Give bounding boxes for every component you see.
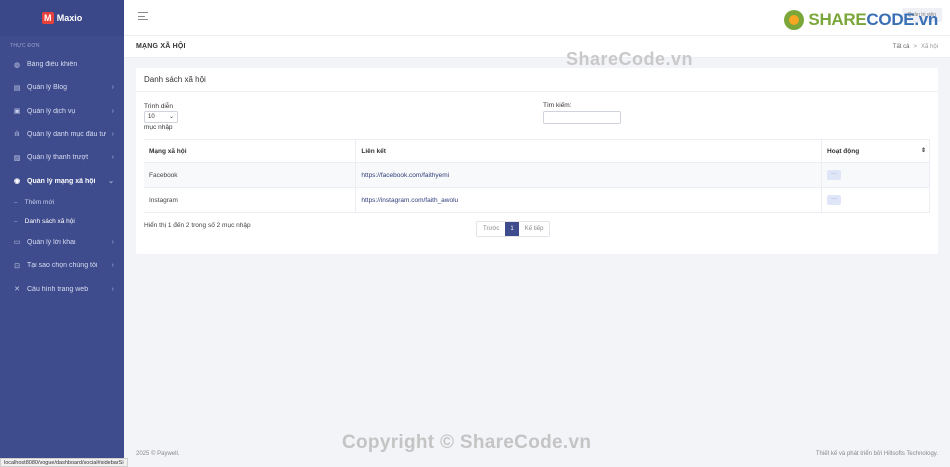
browser-status-bar: localhost8080/vogue/dashboard/social#sid…: [0, 458, 128, 467]
table-info: Hiển thị 1 đến 2 trong số 2 mục nhập: [144, 222, 251, 229]
sidebar-subitem-add-new[interactable]: – Thêm mới: [0, 193, 124, 212]
hamburger-menu-icon[interactable]: [138, 12, 148, 23]
message-icon: ▭: [13, 239, 21, 247]
search-control: Tìm kiếm:: [543, 102, 621, 124]
sidebar: M Maxio THỰC ĐƠN ◍ Bảng điều khiển ▤ Quả…: [0, 0, 124, 467]
cell-link: https://instagram.com/faith_awolu: [355, 187, 823, 213]
menu-heading: THỰC ĐƠN: [10, 43, 40, 49]
page-header: MẠNG XÃ HỘI Tất cả > Xã hội: [124, 36, 950, 58]
page-length-select[interactable]: 10 ⌄: [144, 111, 178, 123]
chevron-right-icon: ›: [111, 131, 114, 139]
pagination: Trước 1 Kế tiếp: [476, 221, 551, 237]
footer: 2025 © Paywell. Thiết kế và phát triển b…: [124, 440, 950, 467]
brand-name: Maxio: [56, 13, 83, 23]
table-header-row: Mạng xã hội Liên kết Hoạt động ⇕: [144, 139, 930, 163]
entries-label: mục nhập: [144, 124, 173, 131]
sidebar-item-portfolio[interactable]: ılı Quản lý danh mục đầu tư ›: [0, 123, 124, 146]
lock-icon: ⊡: [14, 262, 20, 270]
chevron-right-icon: ›: [111, 107, 114, 115]
chevron-down-icon: ⌄: [168, 113, 174, 120]
column-header-network[interactable]: Mạng xã hội: [144, 139, 357, 163]
page-length-value: 10: [148, 113, 155, 120]
sidebar-item-blog[interactable]: ▤ Quản lý Blog ›: [0, 76, 124, 99]
cell-action: ···: [821, 162, 930, 188]
more-actions-button[interactable]: ···: [827, 170, 842, 180]
social-list-card: Danh sách xã hội Trình diễn 10 ⌄ mục nhậ…: [136, 68, 938, 254]
sharecode-logo-icon: [784, 10, 805, 30]
sidebar-item-label: Quản lý Blog: [27, 84, 68, 92]
table-row: Facebook https://facebook.com/faithyemi …: [144, 162, 930, 188]
breadcrumb: Tất cả > Xã hội: [893, 44, 938, 50]
search-label: Tìm kiếm:: [543, 102, 572, 109]
footer-copyright: 2025 © Paywell.: [136, 450, 180, 457]
table-row: Instagram https://instagram.com/faith_aw…: [144, 187, 930, 213]
tools-icon: ✕: [14, 286, 20, 294]
column-header-label: Hoạt động: [827, 147, 860, 155]
sidebar-item-label: Bảng điều khiển: [27, 61, 78, 69]
pagination-next-button[interactable]: Kế tiếp: [519, 222, 550, 236]
page-length-control: Trình diễn 10 ⌄ mục nhập: [144, 102, 178, 132]
sidebar-item-services[interactable]: ▣ Quản lý dịch vụ ›: [0, 100, 124, 123]
pagination-page-button[interactable]: 1: [505, 222, 519, 236]
dashboard-icon: ◍: [13, 61, 21, 69]
sidebar-item-dashboard[interactable]: ◍ Bảng điều khiển: [0, 53, 124, 76]
sidebar-item-slider[interactable]: ▨ Quản lý thanh trượt ›: [0, 146, 124, 169]
breadcrumb-separator: >: [913, 43, 917, 50]
column-header-link[interactable]: Liên kết: [355, 139, 823, 163]
footer-credit: Thiết kế và phát triển bởi Hillsofts Tec…: [815, 450, 938, 457]
sidebar-subitem-social-list[interactable]: – Danh sách xã hội: [0, 212, 124, 231]
sidebar-item-label: Quản lý lời khai: [27, 238, 76, 246]
services-icon: ▣: [13, 108, 21, 116]
card-title: Danh sách xã hội: [136, 68, 938, 92]
chevron-down-icon: ⌄: [108, 178, 114, 186]
sidebar-item-label: Quản lý dịch vụ: [27, 107, 76, 115]
social-link[interactable]: https://facebook.com/faithyemi: [361, 172, 449, 179]
sidebar-item-site-config[interactable]: ✕ Cấu hình trang web ›: [0, 277, 124, 300]
more-actions-button[interactable]: ···: [827, 195, 842, 205]
chevron-right-icon: ›: [111, 84, 114, 92]
social-link[interactable]: https://instagram.com/faith_awolu: [361, 197, 458, 204]
sidebar-item-label: Quản lý mạng xã hội: [27, 177, 96, 185]
sharecode-watermark-logo: SHARECODE.vn: [784, 10, 938, 30]
image-icon: ▨: [13, 154, 21, 162]
sidebar-item-label: Quản lý thanh trượt: [27, 154, 89, 162]
topbar: Quản trị viên SHARECODE.vn: [124, 0, 950, 36]
page-title: MẠNG XÃ HỘI: [136, 43, 186, 50]
chevron-right-icon: ›: [111, 262, 114, 270]
sidebar-item-label: Quản lý danh mục đầu tư: [27, 131, 107, 139]
logo-icon: M: [41, 12, 54, 24]
breadcrumb-root[interactable]: Tất cả: [893, 44, 910, 50]
breadcrumb-current: Xã hội: [920, 43, 938, 50]
sidebar-subitem-label: Danh sách xã hội: [24, 217, 75, 225]
social-table: Mạng xã hội Liên kết Hoạt động ⇕ Faceboo…: [144, 139, 930, 213]
sidebar-item-label: Cấu hình trang web: [27, 285, 89, 293]
sidebar-subitem-label: Thêm mới: [24, 198, 55, 206]
chevron-right-icon: ›: [111, 238, 114, 246]
chart-icon: ılı: [14, 131, 20, 139]
sidebar-item-testimonials[interactable]: ▭ Quản lý lời khai ›: [0, 231, 124, 254]
dash-icon: –: [14, 217, 18, 225]
cell-link: https://facebook.com/faithyemi: [355, 162, 823, 188]
cell-network: Instagram: [144, 187, 357, 213]
sharecode-logo-text: SHARECODE.vn: [808, 10, 938, 29]
cell-network: Facebook: [144, 162, 357, 188]
sidebar-item-label: Tại sao chọn chúng tôi: [27, 262, 98, 270]
sort-icon[interactable]: ⇕: [921, 147, 926, 154]
sidebar-item-why-us[interactable]: ⊡ Tại sao chọn chúng tôi ›: [0, 254, 124, 277]
dash-icon: –: [14, 198, 18, 206]
pagination-prev-button[interactable]: Trước: [477, 222, 505, 236]
sidebar-item-social[interactable]: ◉ Quản lý mạng xã hội ⌄: [0, 169, 124, 192]
column-header-action[interactable]: Hoạt động ⇕: [821, 139, 930, 163]
table-controls: Trình diễn 10 ⌄ mục nhập Tìm kiếm:: [144, 102, 930, 138]
chevron-right-icon: ›: [111, 285, 114, 293]
social-icon: ◉: [13, 178, 21, 186]
blog-icon: ▤: [13, 84, 21, 92]
chevron-right-icon: ›: [111, 154, 114, 162]
show-label: Trình diễn: [144, 103, 174, 110]
brand[interactable]: M Maxio: [0, 0, 124, 36]
watermark-text: ShareCode.vn: [566, 49, 694, 69]
cell-action: ···: [821, 187, 930, 213]
search-input[interactable]: [543, 111, 621, 124]
